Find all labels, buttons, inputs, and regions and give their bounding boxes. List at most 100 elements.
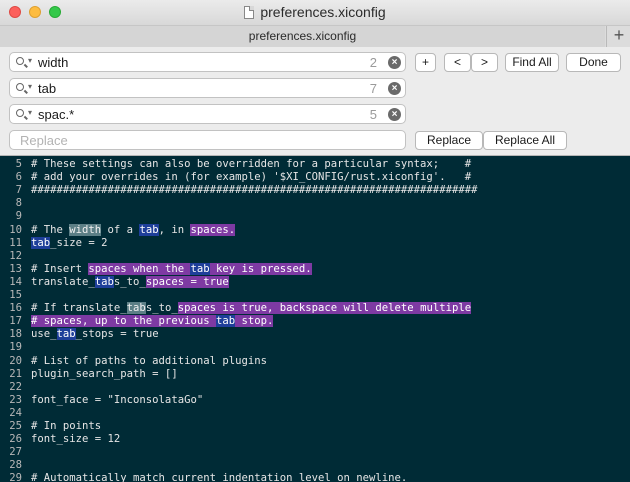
code-text: , in — [158, 223, 191, 236]
code-line[interactable]: 26 font_size = 12 — [0, 433, 630, 446]
code-line[interactable]: 23 font_face = "InconsolataGo" — [0, 394, 630, 407]
code-line[interactable]: 10 # The width of a tab, in spaces. — [0, 223, 630, 237]
previous-match-button[interactable]: < — [444, 53, 471, 72]
search-match-highlight: spaces = true — [145, 275, 229, 288]
app-window: preferences.xiconfig preferences.xiconfi… — [0, 0, 630, 482]
search-match-highlight: # spaces, up to the previous — [31, 315, 216, 328]
line-text[interactable]: font_size = 12 — [31, 433, 120, 446]
line-number: 22 — [9, 380, 22, 393]
line-text[interactable]: use_tab_stops = true — [31, 328, 159, 341]
search-match-highlight: tab — [139, 223, 159, 236]
code-text: # These settings can also be overridden … — [31, 158, 472, 170]
search-match-highlight: tab — [94, 275, 114, 288]
line-number: 5 — [15, 158, 22, 170]
find-all-button[interactable]: Find All — [505, 53, 559, 72]
add-query-button[interactable]: + — [415, 53, 436, 72]
code-line[interactable]: 16 # If translate_tabs_to_spaces is true,… — [0, 302, 630, 315]
line-number: 18 — [9, 328, 22, 341]
search-field-3[interactable]: ▾ spac.* 5 × — [9, 104, 406, 124]
chevron-down-icon[interactable]: ▾ — [28, 82, 32, 91]
search-field-1[interactable]: ▾ width 2 × — [9, 52, 406, 72]
search-field-2[interactable]: ▾ tab 7 × — [9, 78, 406, 98]
line-text[interactable]: # The width of a tab, in spaces. — [31, 223, 236, 237]
done-button[interactable]: Done — [566, 53, 621, 72]
line-number: 28 — [9, 459, 22, 472]
code-line[interactable]: 22 — [0, 381, 630, 394]
line-text[interactable]: # List of paths to additional plugins — [31, 355, 267, 368]
clear-icon[interactable]: × — [388, 82, 401, 95]
next-match-button[interactable]: > — [471, 53, 498, 72]
line-text[interactable]: # spaces, up to the previous tab stop. — [31, 315, 274, 328]
line-text[interactable]: # Insert spaces when the tab key is pres… — [31, 262, 312, 276]
code-line[interactable]: 24 — [0, 407, 630, 420]
search-icon[interactable] — [16, 82, 24, 94]
code-line[interactable]: 18 use_tab_stops = true — [0, 328, 630, 341]
line-text[interactable]: font_face = "InconsolataGo" — [31, 394, 203, 407]
code-line[interactable]: 27 — [0, 446, 630, 459]
new-tab-button[interactable]: + — [606, 26, 630, 47]
code-text: font_size = 12 — [31, 433, 121, 446]
code-line[interactable]: 21 plugin_search_path = [] — [0, 368, 630, 381]
replace-button[interactable]: Replace — [415, 131, 483, 150]
line-number: 19 — [9, 341, 22, 354]
line-text[interactable]: # add your overrides in (for example) '$… — [31, 171, 471, 184]
clear-icon[interactable]: × — [388, 108, 401, 121]
line-number: 24 — [9, 406, 22, 419]
line-number: 9 — [15, 210, 22, 223]
code-line[interactable]: 11 tab_size = 2 — [0, 236, 630, 250]
line-text[interactable]: plugin_search_path = [] — [31, 368, 178, 381]
code-line[interactable]: 6 # add your overrides in (for example) '… — [0, 171, 630, 184]
line-number: 11 — [9, 236, 22, 249]
replace-placeholder[interactable]: Replace — [20, 133, 68, 148]
line-text[interactable]: translate_tabs_to_spaces = true — [31, 275, 229, 289]
code-line[interactable]: 29 # Automatically match current indentat… — [0, 472, 630, 482]
line-number: 12 — [9, 249, 22, 262]
code-line[interactable]: 14 translate_tabs_to_spaces = true — [0, 275, 630, 289]
code-line[interactable]: 13 # Insert spaces when the tab key is pr… — [0, 262, 630, 276]
match-count: 2 — [369, 55, 377, 70]
code-text: _stops = true — [75, 328, 159, 341]
chevron-down-icon[interactable]: ▾ — [28, 108, 32, 117]
replace-all-button[interactable]: Replace All — [483, 131, 567, 150]
code-line[interactable]: 12 — [0, 250, 630, 263]
search-icon[interactable] — [16, 108, 24, 120]
line-number: 26 — [9, 433, 22, 446]
code-line[interactable]: 25 # In points — [0, 420, 630, 433]
line-number: 6 — [15, 171, 22, 184]
search-match-highlight: width — [69, 223, 102, 236]
search-query[interactable]: spac.* — [38, 107, 74, 122]
line-number: 10 — [9, 223, 22, 236]
line-text[interactable]: # Automatically match current indentatio… — [31, 472, 407, 482]
search-match-highlight: tab — [31, 236, 51, 249]
code-line[interactable]: 17 # spaces, up to the previous tab stop. — [0, 315, 630, 328]
code-line[interactable]: 8 — [0, 197, 630, 210]
code-line[interactable]: 20 # List of paths to additional plugins — [0, 355, 630, 368]
code-line[interactable]: 15 — [0, 289, 630, 302]
line-text[interactable]: # In points — [31, 420, 101, 433]
search-icon[interactable] — [16, 56, 24, 68]
code-text: # add your overrides in (for example) '$… — [31, 171, 472, 184]
code-text: # If translate_ — [31, 302, 127, 315]
title-bar[interactable]: preferences.xiconfig — [0, 0, 630, 25]
code-line[interactable]: 7 #######################################… — [0, 184, 630, 197]
search-query[interactable]: width — [38, 55, 68, 70]
code-line[interactable]: 28 — [0, 459, 630, 472]
line-number: 29 — [9, 472, 22, 482]
line-number: 14 — [9, 275, 22, 288]
line-text[interactable]: # These settings can also be overridden … — [31, 158, 471, 171]
line-number: 25 — [9, 420, 22, 432]
clear-icon[interactable]: × — [388, 56, 401, 69]
chevron-down-icon[interactable]: ▾ — [28, 56, 32, 65]
window-title: preferences.xiconfig — [260, 4, 386, 20]
tab-preferences[interactable]: preferences.xiconfig — [0, 26, 605, 47]
code-text: font_face = "InconsolataGo" — [31, 393, 204, 406]
line-text[interactable]: ########################################… — [31, 184, 477, 197]
code-line[interactable]: 19 — [0, 341, 630, 354]
line-text[interactable]: # If translate_tabs_to_spaces is true, b… — [31, 302, 472, 315]
search-query[interactable]: tab — [38, 81, 56, 96]
replace-field[interactable]: Replace — [9, 130, 406, 150]
code-line[interactable]: 5 # These settings can also be overridden… — [0, 158, 630, 171]
code-line[interactable]: 9 — [0, 210, 630, 223]
line-text[interactable]: tab_size = 2 — [31, 236, 108, 250]
code-editor[interactable]: 5 # These settings can also be overridden… — [0, 156, 630, 482]
